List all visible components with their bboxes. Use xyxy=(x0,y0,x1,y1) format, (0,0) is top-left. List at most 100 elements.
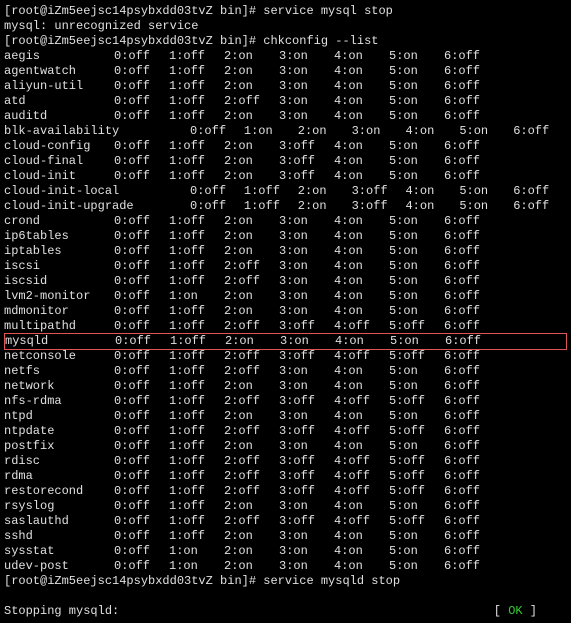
runlevel-cell: 6:off xyxy=(444,559,499,574)
runlevel-cell: 4:on xyxy=(334,259,389,274)
runlevel-cell: 3:on xyxy=(279,64,334,79)
runlevel-cell: 6:off xyxy=(444,244,499,259)
service-name: atd xyxy=(4,94,114,109)
runlevel-cell: 0:off xyxy=(114,229,169,244)
error-line-1: mysql: unrecognized service xyxy=(4,19,567,34)
runlevel-cell: 0:off xyxy=(114,169,169,184)
runlevel-cell: 5:on xyxy=(389,559,444,574)
runlevel-cell: 1:off xyxy=(169,109,224,124)
runlevel-cell: 3:on xyxy=(279,529,334,544)
runlevel-cell: 1:off xyxy=(169,49,224,64)
runlevel-cell: 1:on xyxy=(169,289,224,304)
service-name: ntpdate xyxy=(4,424,114,439)
runlevel-cell: 1:off xyxy=(169,64,224,79)
runlevel-cell: 4:off xyxy=(334,349,389,364)
service-row-netfs: netfs0:off1:off2:off3:on4:on5:on6:off xyxy=(4,364,567,379)
runlevel-cell: 2:on xyxy=(298,124,352,139)
runlevel-cell: 6:off xyxy=(444,454,499,469)
runlevel-cell: 4:on xyxy=(334,169,389,184)
runlevel-cell: 4:on xyxy=(334,274,389,289)
runlevel-cell: 5:off xyxy=(389,349,444,364)
runlevel-cell: 3:on xyxy=(279,49,334,64)
runlevel-cell: 1:off xyxy=(169,439,224,454)
runlevel-cell: 0:off xyxy=(114,544,169,559)
runlevel-cell: 5:on xyxy=(459,124,513,139)
runlevel-cell: 5:on xyxy=(389,364,444,379)
runlevel-cell: 0:off xyxy=(114,394,169,409)
service-name: saslauthd xyxy=(4,514,114,529)
runlevel-cell: 0:off xyxy=(114,484,169,499)
prompt-line-3[interactable]: [root@iZm5eejsc14psybxdd03tvZ bin]# serv… xyxy=(4,574,567,589)
cmd-3: service mysqld stop xyxy=(263,574,400,588)
runlevel-cell: 4:off xyxy=(334,319,389,334)
runlevel-cell: 6:off xyxy=(444,439,499,454)
service-name: cloud-init-local xyxy=(4,184,190,199)
service-row-atd: atd0:off1:off2:off3:on4:on5:on6:off xyxy=(4,94,567,109)
runlevel-cell: 0:off xyxy=(114,514,169,529)
service-row-blk-availability: blk-availability0:off1:on2:on3:on4:on5:o… xyxy=(4,124,567,139)
runlevel-cell: 3:on xyxy=(279,544,334,559)
stop-result: [ OK ] xyxy=(494,604,567,619)
runlevel-cell: 0:off xyxy=(114,154,169,169)
runlevel-cell: 0:off xyxy=(114,139,169,154)
runlevel-cell: 1:off xyxy=(169,319,224,334)
runlevel-cell: 2:on xyxy=(224,154,279,169)
service-row-lvm2-monitor: lvm2-monitor0:off1:on2:on3:on4:on5:on6:o… xyxy=(4,289,567,304)
service-row-ntpd: ntpd0:off1:off2:on3:on4:on5:on6:off xyxy=(4,409,567,424)
runlevel-cell: 4:on xyxy=(405,124,459,139)
runlevel-cell: 0:off xyxy=(114,349,169,364)
service-name: iscsi xyxy=(4,259,114,274)
service-name: sshd xyxy=(4,529,114,544)
runlevel-cell: 3:on xyxy=(279,229,334,244)
runlevel-cell: 3:off xyxy=(279,514,334,529)
runlevel-cell: 6:off xyxy=(444,79,499,94)
service-row-udev-post: udev-post0:off1:on2:on3:on4:on5:on6:off xyxy=(4,559,567,574)
runlevel-cell: 5:on xyxy=(389,94,444,109)
runlevel-cell: 2:off xyxy=(224,514,279,529)
prompt-line-2[interactable]: [root@iZm5eejsc14psybxdd03tvZ bin]# chkc… xyxy=(4,34,567,49)
runlevel-cell: 4:on xyxy=(334,64,389,79)
runlevel-cell: 4:on xyxy=(334,289,389,304)
runlevel-cell: 1:on xyxy=(244,124,298,139)
runlevel-cell: 3:on xyxy=(352,124,406,139)
runlevel-cell: 3:on xyxy=(280,334,335,349)
service-name: aegis xyxy=(4,49,114,64)
runlevel-cell: 6:off xyxy=(444,544,499,559)
runlevel-cell: 3:off xyxy=(352,184,406,199)
service-name: multipathd xyxy=(4,319,114,334)
runlevel-cell: 6:off xyxy=(444,529,499,544)
runlevel-cell: 1:off xyxy=(169,364,224,379)
runlevel-cell: 4:off xyxy=(334,469,389,484)
runlevel-cell: 5:on xyxy=(389,529,444,544)
runlevel-cell: 3:off xyxy=(279,169,334,184)
runlevel-cell: 0:off xyxy=(114,64,169,79)
runlevel-cell: 2:off xyxy=(224,94,279,109)
runlevel-cell: 5:on xyxy=(389,379,444,394)
runlevel-cell: 6:off xyxy=(444,274,499,289)
runlevel-cell: 6:off xyxy=(444,109,499,124)
stop-label: Stopping mysqld: xyxy=(4,604,119,619)
runlevel-cell: 2:on xyxy=(224,529,279,544)
runlevel-cell: 6:off xyxy=(444,259,499,274)
runlevel-cell: 1:off xyxy=(169,304,224,319)
runlevel-cell: 5:on xyxy=(390,334,445,349)
service-row-cloud-final: cloud-final0:off1:off2:on3:off4:on5:on6:… xyxy=(4,154,567,169)
prompt-line-1[interactable]: [root@iZm5eejsc14psybxdd03tvZ bin]# serv… xyxy=(4,4,567,19)
service-name: mdmonitor xyxy=(4,304,114,319)
runlevel-cell: 1:off xyxy=(169,259,224,274)
runlevel-cell: 5:on xyxy=(389,259,444,274)
runlevel-cell: 4:on xyxy=(334,154,389,169)
service-row-cloud-config: cloud-config0:off1:off2:on3:off4:on5:on6… xyxy=(4,139,567,154)
service-row-ntpdate: ntpdate0:off1:off2:off3:off4:off5:off6:o… xyxy=(4,424,567,439)
runlevel-cell: 6:off xyxy=(444,379,499,394)
runlevel-cell: 5:on xyxy=(459,184,513,199)
service-row-network: network0:off1:off2:on3:on4:on5:on6:off xyxy=(4,379,567,394)
runlevel-cell: 1:off xyxy=(169,469,224,484)
runlevel-cell: 4:on xyxy=(334,499,389,514)
runlevel-cell: 6:off xyxy=(444,214,499,229)
runlevel-cell: 3:on xyxy=(279,379,334,394)
service-name: blk-availability xyxy=(4,124,190,139)
runlevel-cell: 2:on xyxy=(224,229,279,244)
cmd-1: service mysql stop xyxy=(263,4,393,18)
runlevel-cell: 4:on xyxy=(334,229,389,244)
